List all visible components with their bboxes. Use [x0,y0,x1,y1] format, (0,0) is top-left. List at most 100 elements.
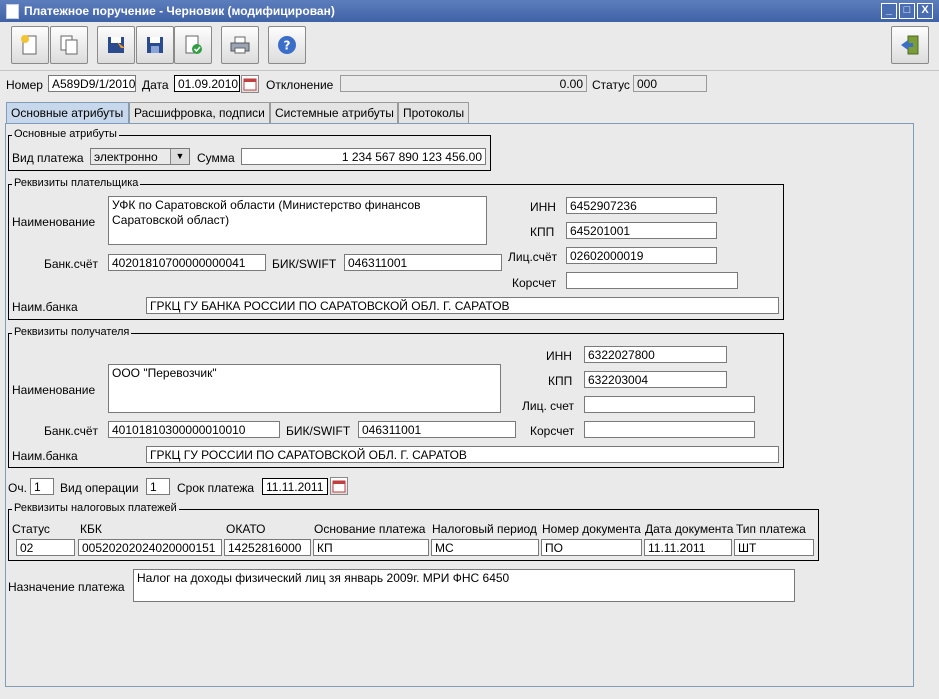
payer-bic-label: БИК/SWIFT [272,257,337,271]
tax-kbk-header: КБК [80,522,102,536]
deviation-label: Отклонение [266,78,334,92]
payee-kpp-label: КПП [548,374,573,388]
help-button[interactable]: ? [268,26,306,64]
payee-name-field[interactable]: ООО "Перевозчик" [108,364,501,413]
operation-type-label: Вид операции [60,481,139,495]
tax-docnum-header: Номер документа [542,522,641,536]
new-document-button[interactable] [11,26,49,64]
operation-type-field[interactable]: 1 [146,478,170,495]
tax-period-header: Налоговый период [432,522,537,536]
payer-personal-account-field[interactable]: 02602000019 [566,247,717,264]
priority-field[interactable]: 1 [30,478,54,495]
copy-document-button[interactable] [50,26,88,64]
calendar-icon [243,78,257,91]
payee-account-field[interactable]: 40101810300000010010 [108,421,280,438]
group-title: Реквизиты плательщика [12,177,141,189]
priority-label: Оч. [8,481,27,495]
payment-term-field[interactable]: 11.11.2011 [262,478,328,495]
payee-kpp-field[interactable]: 632203004 [584,371,727,388]
payer-account-field[interactable]: 40201810700000000041 [108,254,266,271]
svg-text:?: ? [284,39,291,53]
payee-personal-account-label: Лиц. счет [522,399,575,413]
payment-type-select[interactable]: электронно ▼ [90,148,190,165]
tab-protocols[interactable]: Протоколы [398,102,469,123]
tab-system-attributes[interactable]: Системные атрибуты [270,102,398,123]
payer-kpp-label: КПП [530,225,555,239]
sign-document-button[interactable] [174,26,212,64]
payment-type-value: электронно [94,150,158,164]
payer-bank-field[interactable]: ГРКЦ ГУ БАНКА РОССИИ ПО САРАТОВСКОЙ ОБЛ.… [146,297,779,314]
payee-bic-field[interactable]: 046311001 [358,421,516,438]
new-doc-icon [21,35,37,55]
exit-icon [901,35,919,55]
tax-okato-field[interactable]: 14252816000 [224,539,311,556]
tax-status-header: Статус [12,522,50,536]
payer-name-label: Наименование [12,215,96,229]
tax-kbk-field[interactable]: 00520202024020000151 [78,539,222,556]
payer-corr-account-label: Корсчет [512,276,557,290]
date-calendar-button[interactable] [241,75,259,93]
window-title: Платежное поручение - Черновик (модифици… [24,4,335,18]
chevron-down-icon: ▼ [170,149,189,164]
payer-inn-label: ИНН [530,200,556,214]
toolbar: ? [0,22,939,71]
number-label: Номер [6,78,43,92]
tax-period-field[interactable]: МС [431,539,539,556]
payer-inn-field[interactable]: 6452907236 [566,197,717,214]
purpose-field[interactable]: Налог на доходы физический лиц зя январь… [133,569,795,602]
help-icon: ? [278,36,296,54]
payer-bank-label: Наим.банка [12,300,78,314]
group-title: Реквизиты получателя [12,326,132,338]
sum-field[interactable]: 1 234 567 890 123 456.00 [241,148,486,165]
payee-account-label: Банк.счёт [44,424,99,438]
payee-name-label: Наименование [12,383,96,397]
status-field: 000 [633,75,707,92]
deviation-field: 0.00 [340,75,587,92]
payment-type-label: Вид платежа [12,151,84,165]
tax-basis-header: Основание платежа [314,522,426,536]
payer-kpp-field[interactable]: 645201001 [566,222,717,239]
document-icon [6,4,19,19]
payee-bank-label: Наим.банка [12,449,78,463]
group-title: Основные атрибуты [12,128,119,140]
payer-account-label: Банк.счёт [44,257,99,271]
tax-paytype-field[interactable]: ШТ [734,539,814,556]
payee-inn-field[interactable]: 6322027800 [584,346,727,363]
exit-button[interactable] [891,26,929,64]
close-button[interactable]: X [917,3,933,19]
calendar-icon [332,480,346,493]
number-field[interactable]: A589D9/1/2010 [48,75,136,92]
payer-bic-field[interactable]: 046311001 [344,254,502,271]
tax-docdate-header: Дата документа [645,522,734,536]
maximize-button[interactable]: □ [899,3,915,19]
date-field[interactable]: 01.09.2010 [174,75,240,92]
save-as-button[interactable] [97,26,135,64]
save-button[interactable] [136,26,174,64]
payer-personal-account-label: Лиц.счёт [508,250,558,264]
copy-doc-icon [60,35,78,55]
tab-main-attributes[interactable]: Основные атрибуты [6,102,129,123]
tax-docdate-field[interactable]: 11.11.2011 [644,539,732,556]
sum-label: Сумма [197,151,235,165]
tax-basis-field[interactable]: КП [313,539,429,556]
save-as-icon [108,37,125,53]
print-button[interactable] [221,26,259,64]
tab-decoding-signatures[interactable]: Расшифровка, подписи [129,102,270,123]
print-icon [230,36,250,54]
group-title: Реквизиты налоговых платежей [12,502,179,514]
payee-bic-label: БИК/SWIFT [286,424,351,438]
payee-inn-label: ИНН [546,349,572,363]
payee-corr-account-field[interactable] [584,421,755,438]
tax-status-field[interactable]: 02 [16,539,75,556]
purpose-label: Назначение платежа [8,580,125,594]
payer-name-field[interactable]: УФК по Саратовской области (Министерство… [108,196,487,245]
tax-docnum-field[interactable]: ПО [541,539,642,556]
minimize-button[interactable]: _ [881,3,897,19]
payer-corr-account-field[interactable] [566,272,738,289]
payee-bank-field[interactable]: ГРКЦ ГУ РОССИИ ПО САРАТОВСКОЙ ОБЛ. Г. СА… [146,446,779,463]
sign-doc-icon [185,35,202,54]
term-calendar-button[interactable] [330,477,348,495]
payee-personal-account-field[interactable] [584,396,755,413]
payee-corr-account-label: Корсчет [530,424,575,438]
payment-term-label: Срок платежа [177,481,255,495]
